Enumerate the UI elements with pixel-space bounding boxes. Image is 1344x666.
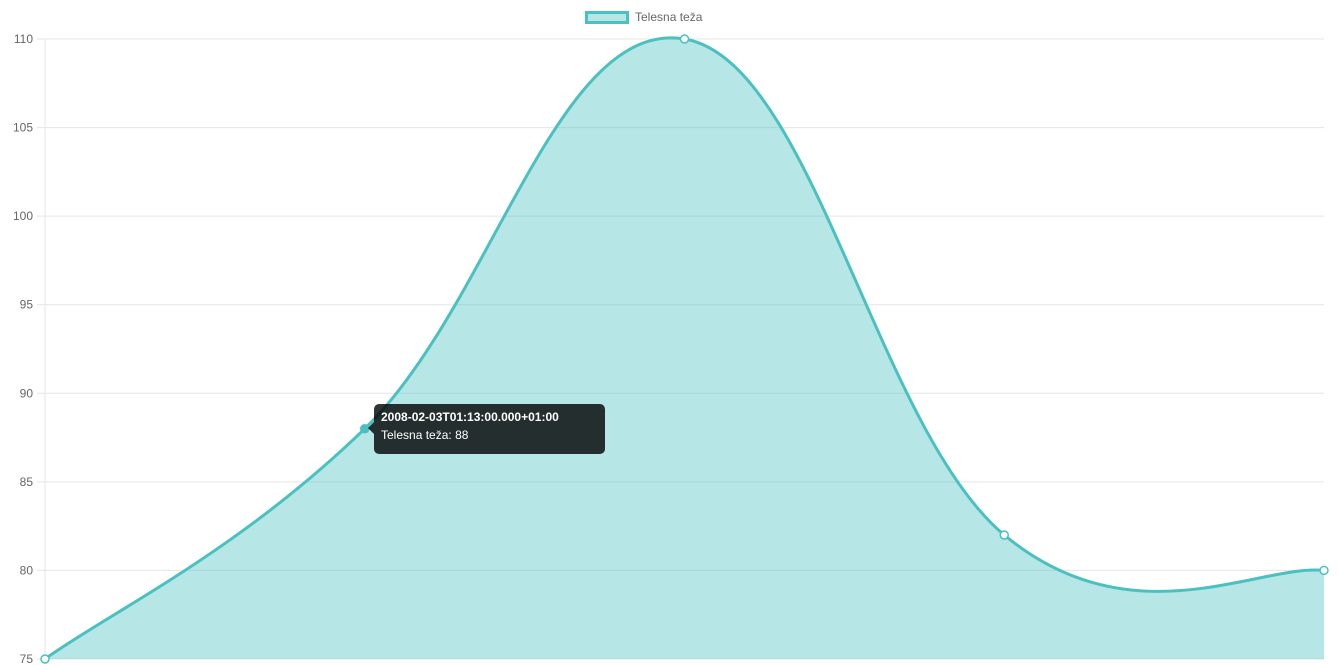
tooltip: 2008-02-03T01:13:00.000+01:00 Telesna te… (368, 404, 605, 454)
y-tick-label: 85 (20, 475, 34, 489)
data-point[interactable] (40, 654, 50, 664)
tooltip-body: Telesna teža: 88 (381, 428, 469, 442)
chart-container: 75 80 85 90 95 100 105 110 Telesna teža 2008-02… (0, 0, 1344, 666)
y-tick-label: 95 (20, 298, 34, 312)
legend[interactable]: Telesna teža (585, 10, 702, 24)
tooltip-title: 2008-02-03T01:13:00.000+01:00 (381, 410, 559, 424)
y-tick-label: 100 (13, 209, 33, 223)
data-point[interactable] (1319, 565, 1329, 576)
y-tick-label: 75 (20, 652, 34, 666)
legend-swatch (585, 10, 629, 24)
tooltip-value: 88 (455, 428, 469, 442)
data-point[interactable] (999, 530, 1009, 540)
line-chart: 75 80 85 90 95 100 105 110 (13, 32, 1329, 666)
series-layer (40, 34, 1329, 664)
data-point[interactable] (679, 34, 690, 44)
y-tick-label: 90 (20, 386, 34, 400)
y-tick-label: 110 (14, 32, 33, 46)
y-tick-label: 105 (13, 121, 33, 135)
y-tick-label: 80 (20, 563, 34, 577)
legend-label: Telesna teža (635, 10, 703, 24)
y-axis-ticks: 75 80 85 90 95 100 105 110 (13, 32, 33, 666)
tooltip-series-label: Telesna teža (381, 428, 449, 442)
series-area (45, 37, 1324, 659)
